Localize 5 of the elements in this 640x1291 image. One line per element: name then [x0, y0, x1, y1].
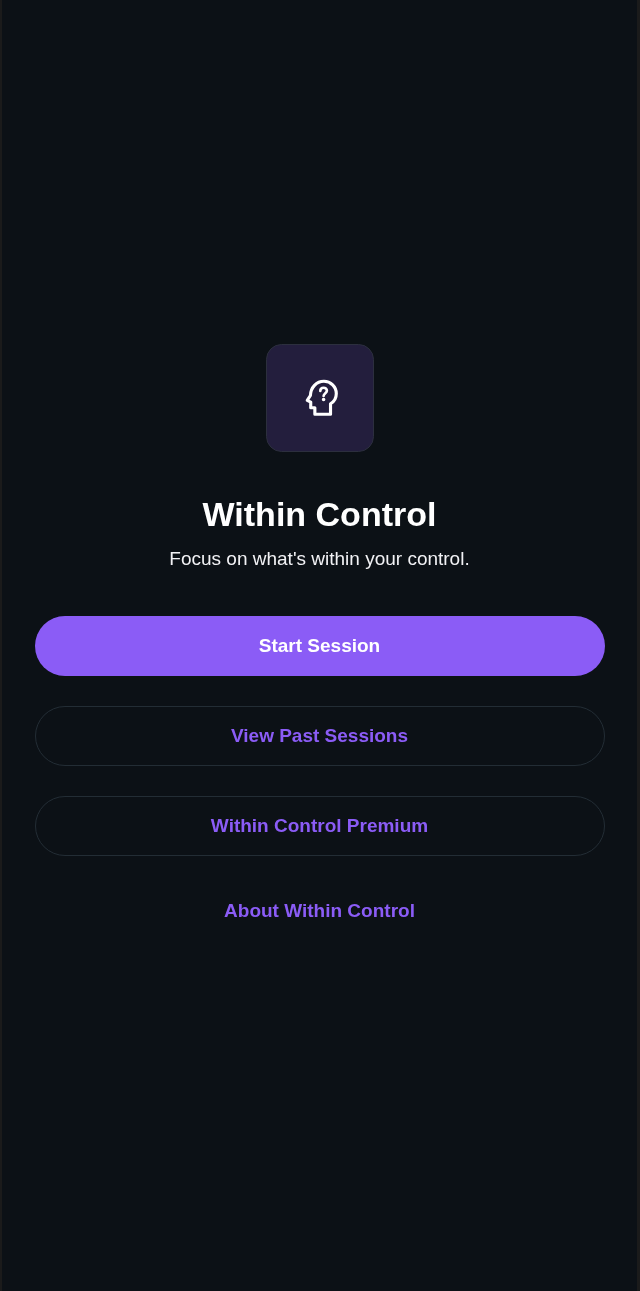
text-link[interactable]: About Within Control — [212, 892, 427, 930]
tagline-text: Focus on what's within your control. — [169, 547, 470, 571]
app-title: Within Control — [202, 494, 437, 534]
primary-button[interactable]: Start Session — [34, 616, 605, 676]
head-question-icon — [265, 344, 374, 452]
